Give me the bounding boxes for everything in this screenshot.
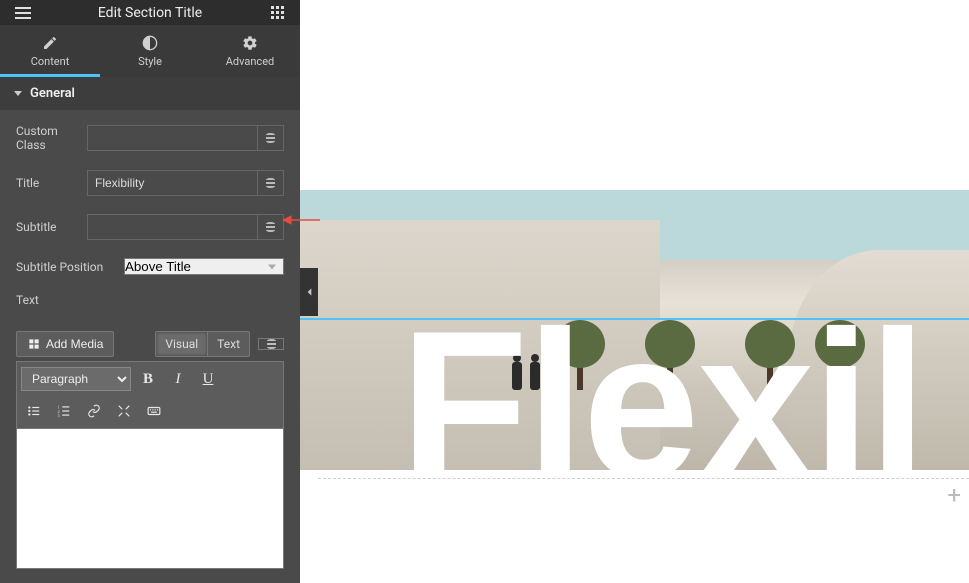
title-input[interactable] [87,170,258,196]
subtitle-position-select[interactable]: Above Title [124,258,284,275]
editor-toolbar: Paragraph B I U 123 [16,361,284,429]
fullscreen-button[interactable] [111,398,137,424]
collapse-panel-button[interactable] [300,268,318,316]
label-subtitle: Subtitle [16,220,87,234]
database-icon [267,339,276,349]
pencil-icon [42,35,58,51]
link-button[interactable] [81,398,107,424]
dynamic-button[interactable] [258,170,284,196]
label-custom-class: Custom Class [16,124,87,152]
format-select[interactable]: Paragraph [21,367,131,391]
add-media-button[interactable]: Add Media [16,331,114,357]
form-general: Custom Class Title Subtitle [0,110,300,583]
bullet-list-button[interactable] [21,398,47,424]
list-ol-icon: 123 [57,404,71,418]
tab-advanced[interactable]: Advanced [200,25,300,77]
editor-sidebar: Edit Section Title Content Style Advance… [0,0,300,583]
panel-title: Edit Section Title [98,5,202,21]
keyboard-icon [147,404,161,418]
editor-tab-visual[interactable]: Visual [155,331,207,357]
caret-down-icon [14,91,22,96]
toolbar-toggle-button[interactable] [141,398,167,424]
apps-icon[interactable] [266,2,288,24]
text-editor[interactable] [16,429,284,569]
tab-content[interactable]: Content [0,25,100,77]
label-subtitle-position: Subtitle Position [16,260,124,274]
gear-icon [242,35,258,51]
dynamic-button[interactable] [258,214,284,240]
number-list-button[interactable]: 123 [51,398,77,424]
underline-button[interactable]: U [195,366,221,392]
database-icon [266,178,275,188]
expand-icon [117,404,131,418]
add-section-area[interactable]: + [318,478,969,506]
label-title: Title [16,176,87,190]
chevron-left-icon [305,287,314,297]
media-icon [27,337,41,351]
preview-canvas[interactable]: Flexil + [300,0,969,583]
editor-tab-text[interactable]: Text [207,331,250,357]
svg-text:3: 3 [58,413,60,418]
dynamic-button[interactable] [258,338,284,350]
contrast-icon [142,35,158,51]
database-icon [266,133,275,143]
label-text: Text [16,293,284,307]
database-icon [266,222,275,232]
section-general[interactable]: General [0,77,300,110]
hero-title: Flexil [400,300,925,470]
sidebar-header: Edit Section Title [0,0,300,25]
menu-icon[interactable] [12,2,34,24]
plus-icon[interactable]: + [947,483,961,507]
dynamic-button[interactable] [258,125,284,151]
tab-style[interactable]: Style [100,25,200,77]
subtitle-input[interactable] [87,214,258,240]
custom-class-input[interactable] [87,125,258,151]
bold-button[interactable]: B [135,366,161,392]
italic-button[interactable]: I [165,366,191,392]
hero-section[interactable]: Flexil [300,190,969,470]
link-icon [87,404,101,418]
list-ul-icon [27,404,41,418]
settings-tabs: Content Style Advanced [0,25,300,77]
